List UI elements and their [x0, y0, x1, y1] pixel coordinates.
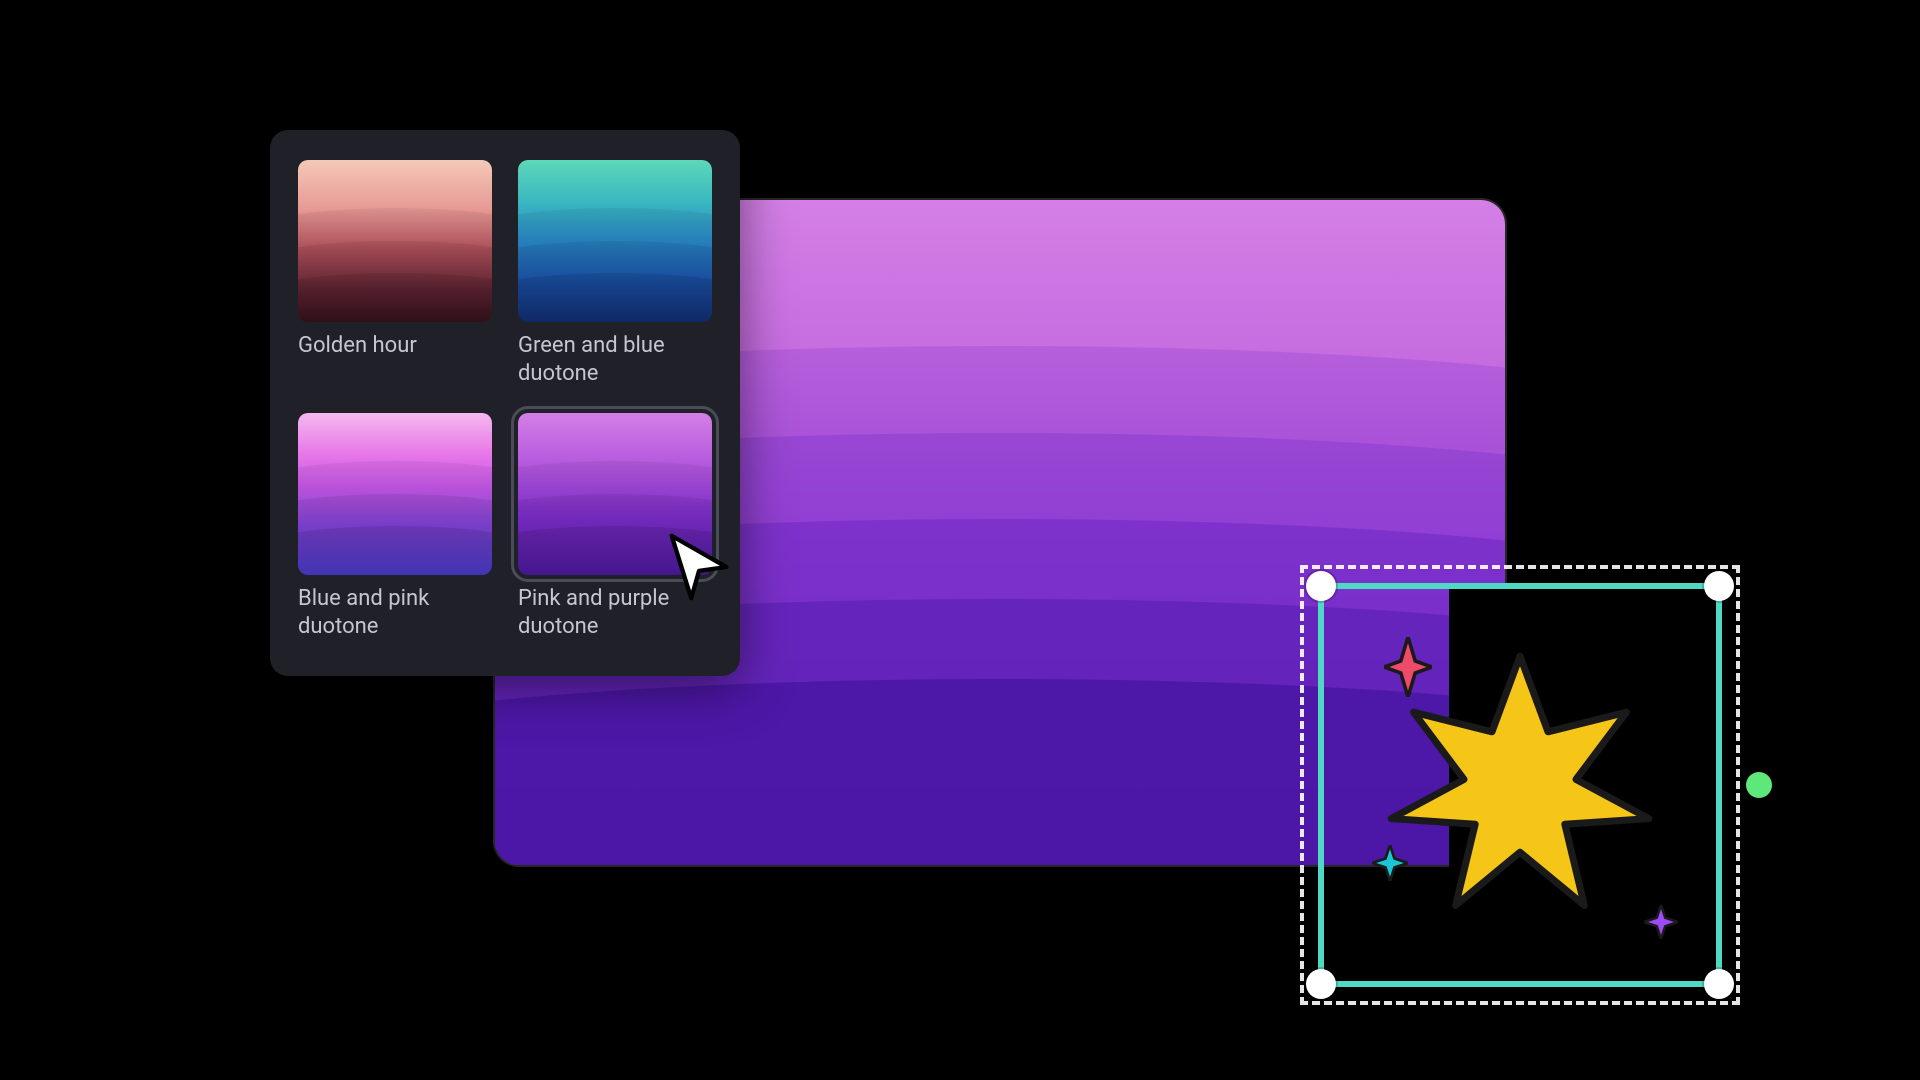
filter-label: Blue and pink duotone	[298, 585, 492, 642]
filter-item-pink-purple-duotone[interactable]: Pink and purple duotone	[518, 413, 712, 642]
rotation-handle[interactable]	[1746, 772, 1772, 798]
resize-handle-tr[interactable]	[1704, 571, 1734, 601]
resize-handle-tl[interactable]	[1306, 571, 1336, 601]
filter-thumb-blue-pink	[298, 413, 492, 575]
filter-item-green-blue-duotone[interactable]: Green and blue duotone	[518, 160, 712, 389]
sparkle-cyan-icon	[1372, 845, 1408, 881]
resize-handle-br[interactable]	[1704, 969, 1734, 999]
star-graphic[interactable]	[1324, 589, 1716, 981]
selected-object[interactable]	[1300, 565, 1740, 1005]
filter-thumb-green-blue	[518, 160, 712, 322]
sparkle-pink-icon	[1384, 637, 1432, 697]
filter-panel: Golden hour Green and blue duotone Blue …	[270, 130, 740, 676]
filter-label: Green and blue duotone	[518, 332, 712, 389]
filter-item-golden-hour[interactable]: Golden hour	[298, 160, 492, 389]
filter-item-blue-pink-duotone[interactable]: Blue and pink duotone	[298, 413, 492, 642]
sparkle-purple-icon	[1644, 905, 1678, 939]
filter-thumb-pink-purple	[518, 413, 712, 575]
resize-handle-bl[interactable]	[1306, 969, 1336, 999]
filter-label: Golden hour	[298, 332, 492, 361]
filter-label: Pink and purple duotone	[518, 585, 712, 642]
filter-thumb-golden-hour	[298, 160, 492, 322]
